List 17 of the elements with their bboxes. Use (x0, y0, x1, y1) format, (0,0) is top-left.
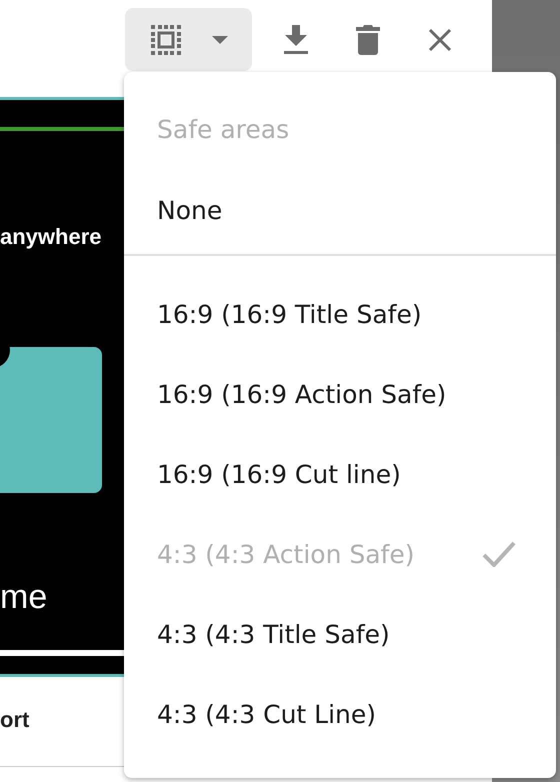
menu-item[interactable]: 4:3 (4:3 Cut Line) (124, 674, 556, 754)
slide-caption: me (0, 578, 48, 617)
check-icon (482, 541, 516, 567)
slide-heading: anywhere (0, 224, 102, 250)
menu-item[interactable]: 4:3 (4:3 Title Safe) (124, 594, 556, 674)
safe-area-button[interactable] (125, 8, 252, 71)
menu-header: Safe areas (156, 114, 290, 146)
trash-icon (356, 24, 380, 54)
menu-item[interactable]: 16:9 (16:9 Title Safe) (124, 274, 556, 354)
safe-area-icon (149, 22, 184, 56)
menu-item[interactable]: None (124, 170, 556, 250)
close-icon (428, 28, 452, 52)
caret-icon (212, 36, 228, 44)
download-icon (283, 24, 309, 54)
menu-item[interactable]: 16:9 (16:9 Cut line) (124, 434, 556, 514)
panel-label: ort (0, 706, 30, 732)
menu-item[interactable]: 16:9 (16:9 Action Safe) (124, 354, 556, 434)
